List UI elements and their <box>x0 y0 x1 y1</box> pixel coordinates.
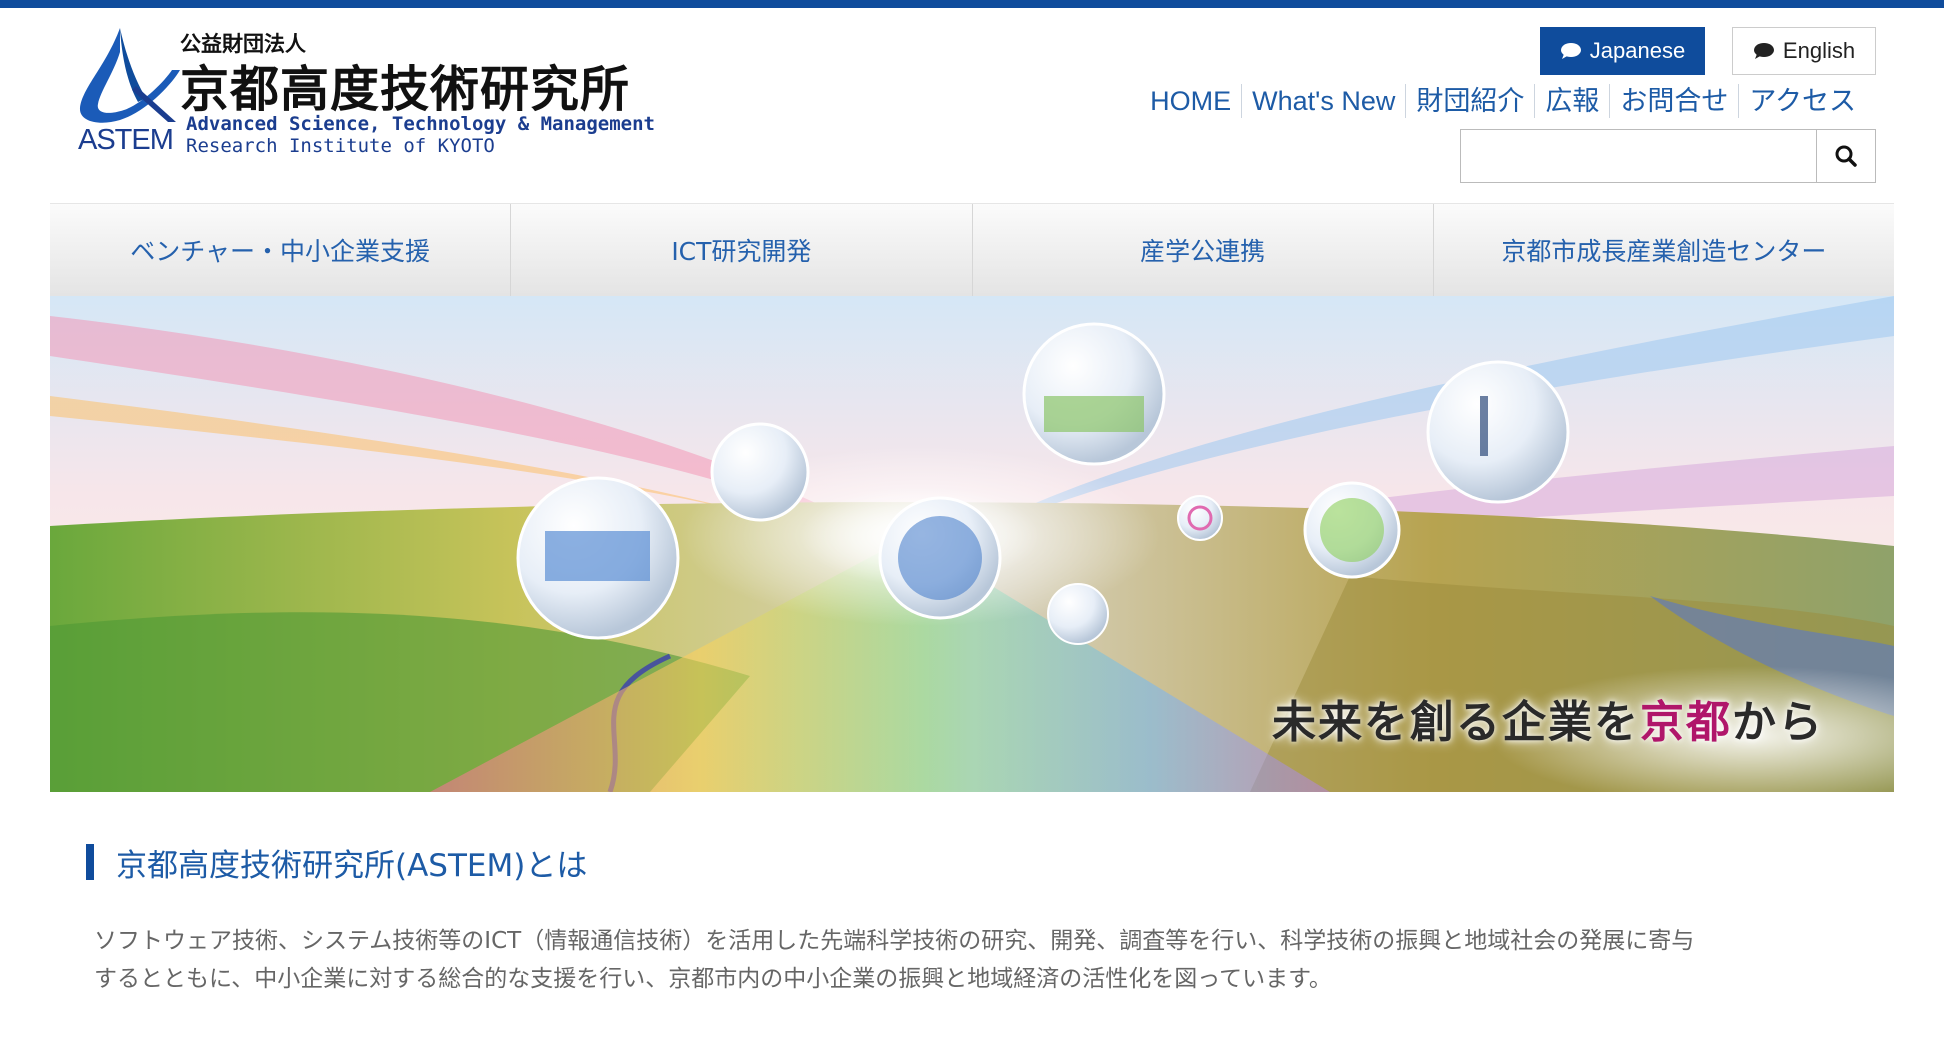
speech-bubble-icon <box>1753 43 1774 59</box>
japanese-language-button[interactable]: Japanese <box>1540 27 1705 75</box>
header-link-pr[interactable]: 広報 <box>1535 82 1609 120</box>
english-language-button[interactable]: English <box>1732 27 1876 75</box>
search-icon <box>1835 145 1857 167</box>
english-language-label: English <box>1782 38 1856 63</box>
hero-tagline: 未来を創る企業を京都から <box>1272 686 1824 750</box>
japanese-language-label: Japanese <box>1589 38 1686 63</box>
header-link-home[interactable]: HOME <box>1140 82 1241 120</box>
site-search <box>1460 129 1876 183</box>
main-nav-venture-support[interactable]: ベンチャー・中小企業支援 <box>50 204 512 296</box>
astem-logo-icon <box>79 28 180 123</box>
top-accent-bar <box>0 0 1944 8</box>
header-nav: HOME What's New 財団紹介 広報 お問合せ アクセス <box>1140 82 1866 120</box>
logo-english-line2: Research Institute of KYOTO <box>186 135 495 157</box>
logo-title: 京都高度技術研究所 <box>180 60 631 118</box>
about-body-line1: ソフトウェア技術、システム技術等のICT（情報通信技術）を活用した先端科学技術の… <box>94 928 1695 954</box>
header-link-access[interactable]: アクセス <box>1739 82 1866 120</box>
logo-english-line1: Advanced Science, Technology & Managemen… <box>186 113 655 135</box>
about-body-line2: するとともに、中小企業に対する総合的な支援を行い、京都市内の中小企業の振興と地域… <box>94 966 1332 992</box>
header-link-contact[interactable]: お問合せ <box>1610 82 1738 120</box>
main-nav-growth-center[interactable]: 京都市成長産業創造センター <box>1434 204 1894 296</box>
main-nav-ict-research[interactable]: ICT研究開発 <box>511 204 973 296</box>
main-nav: ベンチャー・中小企業支援 ICT研究開発 産学公連携 京都市成長産業創造センター <box>50 203 1894 296</box>
search-button[interactable] <box>1816 129 1876 183</box>
hero-tagline-accent: 京都 <box>1640 697 1732 748</box>
main-nav-industry-collaboration[interactable]: 産学公連携 <box>973 204 1434 296</box>
about-section-title: 京都高度技術研究所(ASTEM)とは <box>116 847 588 884</box>
logo-abbr: ASTEM <box>78 124 174 156</box>
about-section-body: ソフトウェア技術、システム技術等のICT（情報通信技術）を活用した先端科学技術の… <box>94 922 1874 998</box>
speech-bubble-icon <box>1560 43 1581 59</box>
hero-tagline-pre: 未来を創る企業を <box>1272 697 1640 748</box>
heading-accent-bar <box>86 844 94 880</box>
search-input[interactable] <box>1460 129 1816 183</box>
hero-tagline-post: から <box>1732 697 1824 748</box>
site-logo[interactable]: ASTEM 公益財団法人 京都高度技術研究所 Advanced Science,… <box>76 26 655 157</box>
header-link-whats-new[interactable]: What's New <box>1242 82 1405 120</box>
about-section-heading: 京都高度技術研究所(ASTEM)とは <box>86 842 588 884</box>
header-link-about[interactable]: 財団紹介 <box>1406 82 1534 120</box>
hero-banner: 未来を創る企業を京都から <box>50 296 1894 792</box>
